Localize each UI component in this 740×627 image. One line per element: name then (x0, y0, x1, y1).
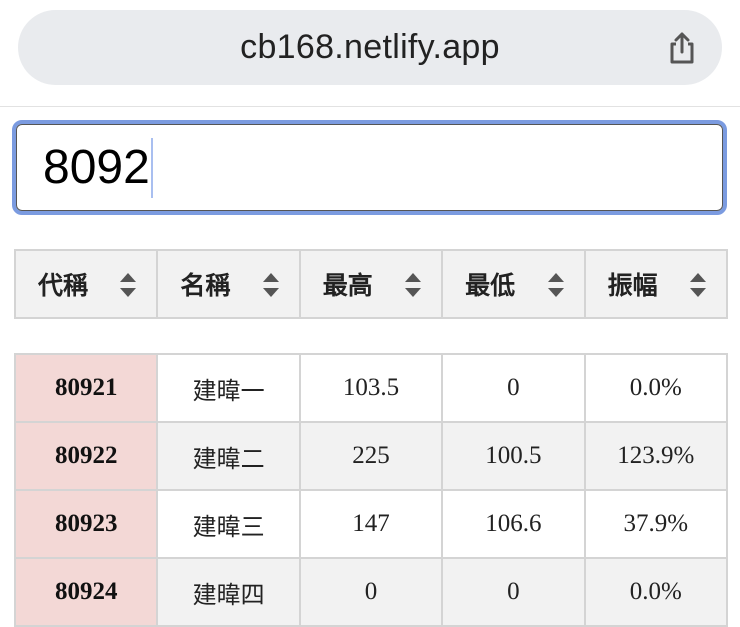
search-input[interactable]: 8092 (12, 120, 727, 215)
cell-code: 80923 (13, 489, 159, 559)
text-caret (150, 137, 153, 198)
table-row: 80922 建暐二 225 100.5 123.9% (13, 421, 728, 491)
sort-icon[interactable] (262, 273, 279, 297)
sort-icon[interactable] (120, 273, 137, 297)
cell-amplitude: 0.0% (583, 353, 728, 423)
cell-name: 建暐四 (156, 557, 301, 627)
cell-low: 0 (441, 353, 586, 423)
cell-name: 建暐三 (156, 489, 301, 559)
cell-high: 147 (298, 489, 444, 559)
table-row: 80921 建暐一 103.5 0 0.0% (13, 353, 728, 423)
header-amplitude[interactable]: 振幅 (583, 249, 728, 319)
cell-name: 建暐二 (156, 421, 301, 491)
cell-high: 0 (298, 557, 444, 627)
sort-icon[interactable] (547, 273, 564, 297)
url-text: cb168.netlify.app (240, 28, 500, 66)
cell-code: 80922 (13, 421, 159, 491)
table-row: 80924 建暐四 0 0 0.0% (13, 557, 728, 627)
sort-icon[interactable] (405, 273, 422, 297)
cell-low: 100.5 (441, 421, 586, 491)
share-icon[interactable] (664, 30, 700, 66)
cell-high: 103.5 (298, 353, 444, 423)
cell-code: 80921 (13, 353, 159, 423)
divider (0, 106, 740, 107)
header-low[interactable]: 最低 (441, 249, 586, 319)
address-bar[interactable]: cb168.netlify.app (18, 10, 722, 85)
cell-low: 0 (441, 557, 586, 627)
sort-icon[interactable] (689, 273, 706, 297)
cell-amplitude: 37.9% (583, 489, 728, 559)
table-header: 代稱 名稱 最高 最低 振幅 (13, 249, 728, 319)
cell-amplitude: 0.0% (583, 557, 728, 627)
table-row: 80923 建暐三 147 106.6 37.9% (13, 489, 728, 559)
cell-amplitude: 123.9% (583, 421, 728, 491)
search-value: 8092 (43, 141, 150, 194)
header-high[interactable]: 最高 (298, 249, 444, 319)
cell-low: 106.6 (441, 489, 586, 559)
cell-name: 建暐一 (156, 353, 301, 423)
cell-high: 225 (298, 421, 444, 491)
cell-code: 80924 (13, 557, 159, 627)
header-code[interactable]: 代稱 (13, 249, 159, 319)
results-table: 80921 建暐一 103.5 0 0.0% 80922 建暐二 225 100… (13, 353, 728, 627)
header-name[interactable]: 名稱 (156, 249, 301, 319)
